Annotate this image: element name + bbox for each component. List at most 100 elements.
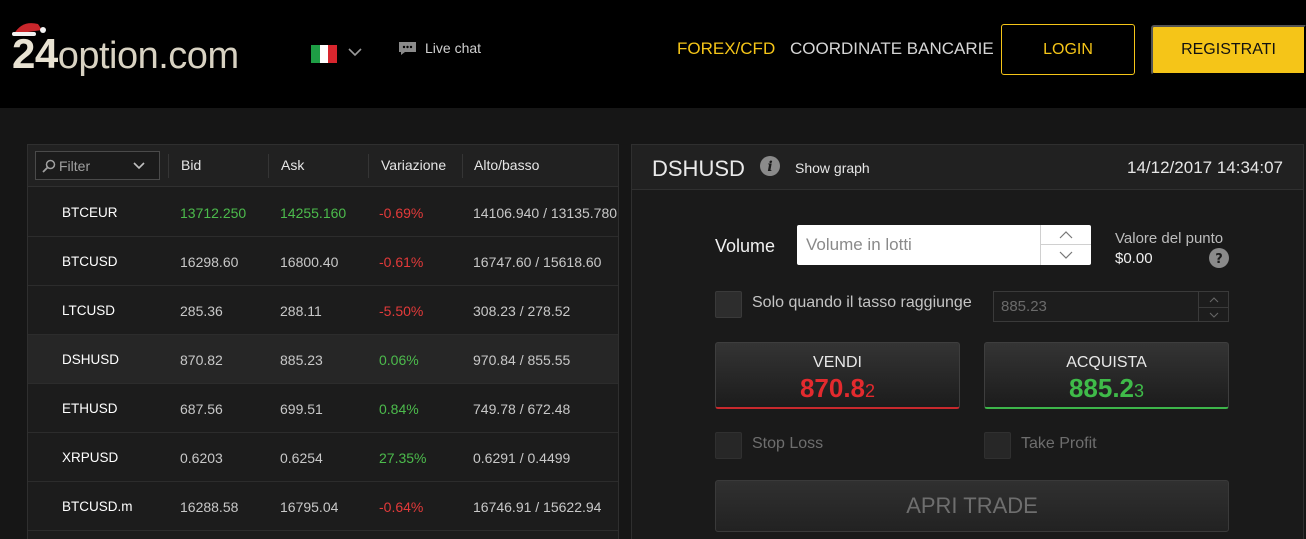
site-logo[interactable]: 24option.com	[12, 30, 239, 80]
row-variazione: -0.69%	[379, 205, 424, 221]
chat-bubble-icon	[399, 41, 416, 55]
sell-price: 870.82	[799, 373, 876, 403]
instruments-table: Filter Bid Ask Variazione Alto/basso BTC…	[27, 144, 619, 539]
row-alto-basso: 16746.91 / 15622.94	[473, 499, 602, 515]
row-variazione: 27.35%	[379, 450, 427, 466]
svg-text:?: ?	[1215, 252, 1223, 267]
row-bid: 0.6203	[180, 450, 223, 466]
row-ask: 699.51	[280, 401, 323, 417]
row-alto-basso: 308.23 / 278.52	[473, 303, 571, 319]
rate-condition-checkbox[interactable]	[715, 291, 742, 318]
live-chat-label: Live chat	[425, 40, 482, 56]
row-ask: 16795.04	[280, 499, 339, 515]
row-ask: 16800.40	[280, 254, 339, 270]
nav-forex-cfd[interactable]: FOREX/CFD	[677, 39, 775, 59]
chevron-down-icon	[1209, 312, 1218, 318]
nav-coordinate-bancarie[interactable]: COORDINATE BANCARIE	[790, 39, 994, 59]
column-divider	[268, 154, 269, 178]
top-header: 24option.com Live chat FOREX/CFD COORDIN…	[0, 0, 1306, 108]
row-bid: 13712.250	[180, 205, 247, 221]
row-symbol: BTCUSD.m	[62, 499, 133, 514]
column-divider	[368, 154, 369, 178]
row-ask: 885.23	[280, 352, 323, 368]
login-button[interactable]: LOGIN	[1001, 24, 1135, 75]
table-row[interactable]: BTCUSD.m 16288.58 16795.04 -0.64% 16746.91 /…	[28, 482, 618, 531]
take-profit-checkbox[interactable]	[984, 432, 1011, 459]
row-alto-basso: 14106.940 / 13135.780	[473, 205, 618, 221]
buy-price: 885.23	[1068, 373, 1145, 403]
row-variazione: -0.64%	[379, 499, 424, 515]
open-trade-button[interactable]: APRI TRADE	[715, 480, 1229, 532]
row-symbol: BTCEUR	[62, 205, 118, 220]
help-icon[interactable]: ?	[1209, 248, 1229, 268]
row-bid: 687.56	[180, 401, 223, 417]
row-alto-basso: 16747.60 / 15618.60	[473, 254, 602, 270]
row-symbol: LTCUSD	[62, 303, 116, 318]
live-chat-link[interactable]: Live chat	[398, 39, 481, 57]
volume-stepper[interactable]	[1040, 225, 1091, 265]
volume-label: Volume	[715, 236, 776, 256]
row-bid: 285.36	[180, 303, 223, 319]
table-row[interactable]: DSHUSD 870.82 885.23 0.06% 970.84 / 855.55	[28, 335, 618, 384]
rate-input-value: 885.23	[1001, 298, 1047, 315]
info-icon[interactable]: i	[760, 156, 780, 176]
show-graph-link[interactable]: Show graph	[795, 160, 870, 176]
row-bid: 16288.58	[180, 499, 239, 515]
table-row[interactable]: ETHUSD 687.56 699.51 0.84% 749.78 / 672.48	[28, 384, 618, 433]
column-header-alto-basso[interactable]: Alto/basso	[474, 157, 539, 173]
table-row[interactable]: BTCUSD 16298.60 16800.40 -0.61% 16747.60 / 1…	[28, 237, 618, 286]
rate-condition-label: Solo quando il tasso raggiunge	[752, 294, 972, 311]
row-ask: 14255.160	[280, 205, 347, 221]
volume-decrement-button[interactable]	[1041, 245, 1091, 265]
table-header: Filter Bid Ask Variazione Alto/basso	[28, 145, 618, 187]
stop-loss-checkbox[interactable]	[715, 432, 742, 459]
row-symbol: ETHUSD	[62, 401, 118, 416]
italy-flag-icon[interactable]	[311, 45, 338, 63]
chevron-down-icon[interactable]	[348, 46, 362, 58]
chevron-down-icon	[1059, 251, 1073, 259]
row-symbol: XRPUSD	[62, 450, 119, 465]
column-divider	[168, 154, 169, 178]
point-value: $0.00	[1115, 250, 1153, 267]
take-profit-label: Take Profit	[1021, 435, 1097, 452]
chevron-down-icon	[133, 162, 145, 170]
sell-button[interactable]: VENDI 870.82	[715, 342, 960, 409]
datetime-display: 14/12/2017 14:34:07	[1127, 158, 1283, 177]
table-row[interactable]: XRPUSD 0.6203 0.6254 27.35% 0.6291 / 0.4499	[28, 433, 618, 482]
rate-decrement-button[interactable]	[1199, 307, 1228, 322]
row-alto-basso: 0.6291 / 0.4499	[473, 450, 571, 466]
volume-increment-button[interactable]	[1041, 225, 1091, 245]
trade-panel: DSHUSD i Show graph 14/12/2017 14:34:07 …	[631, 144, 1304, 539]
column-divider	[462, 154, 463, 178]
row-ask: 0.6254	[280, 450, 323, 466]
table-row[interactable]: LTCUSD 285.36 288.11 -5.50% 308.23 / 278.52	[28, 286, 618, 335]
trade-panel-header: DSHUSD i Show graph 14/12/2017 14:34:07	[632, 145, 1303, 190]
column-header-ask[interactable]: Ask	[281, 157, 304, 173]
rate-input[interactable]: 885.23	[993, 291, 1229, 322]
rate-stepper[interactable]	[1198, 292, 1228, 321]
point-value-label: Valore del punto	[1115, 230, 1224, 247]
row-variazione: -5.50%	[379, 303, 424, 319]
svg-text:i: i	[767, 159, 772, 175]
selected-symbol: DSHUSD	[652, 156, 745, 181]
filter-dropdown[interactable]: Filter	[35, 151, 160, 180]
row-bid: 16298.60	[180, 254, 239, 270]
buy-button[interactable]: ACQUISTA 885.23	[984, 342, 1229, 409]
sell-button-label: VENDI	[813, 354, 862, 371]
stop-loss-label: Stop Loss	[752, 435, 824, 452]
row-alto-basso: 970.84 / 855.55	[473, 352, 571, 368]
row-bid: 870.82	[180, 352, 223, 368]
buy-button-label: ACQUISTA	[1066, 354, 1147, 371]
row-symbol: BTCUSD	[62, 254, 118, 269]
chevron-up-icon	[1209, 296, 1218, 302]
row-symbol: DSHUSD	[62, 352, 120, 367]
row-ask: 288.11	[280, 303, 322, 319]
register-button[interactable]: REGISTRATI	[1151, 25, 1306, 75]
filter-label: Filter	[59, 157, 91, 174]
search-icon	[42, 159, 56, 173]
row-variazione: 0.06%	[379, 352, 419, 368]
column-header-bid[interactable]: Bid	[181, 157, 201, 173]
table-row[interactable]: BTCEUR 13712.250 14255.160 -0.69% 14106.940 …	[28, 188, 618, 237]
rate-increment-button[interactable]	[1199, 292, 1228, 307]
column-header-variazione[interactable]: Variazione	[381, 157, 446, 173]
